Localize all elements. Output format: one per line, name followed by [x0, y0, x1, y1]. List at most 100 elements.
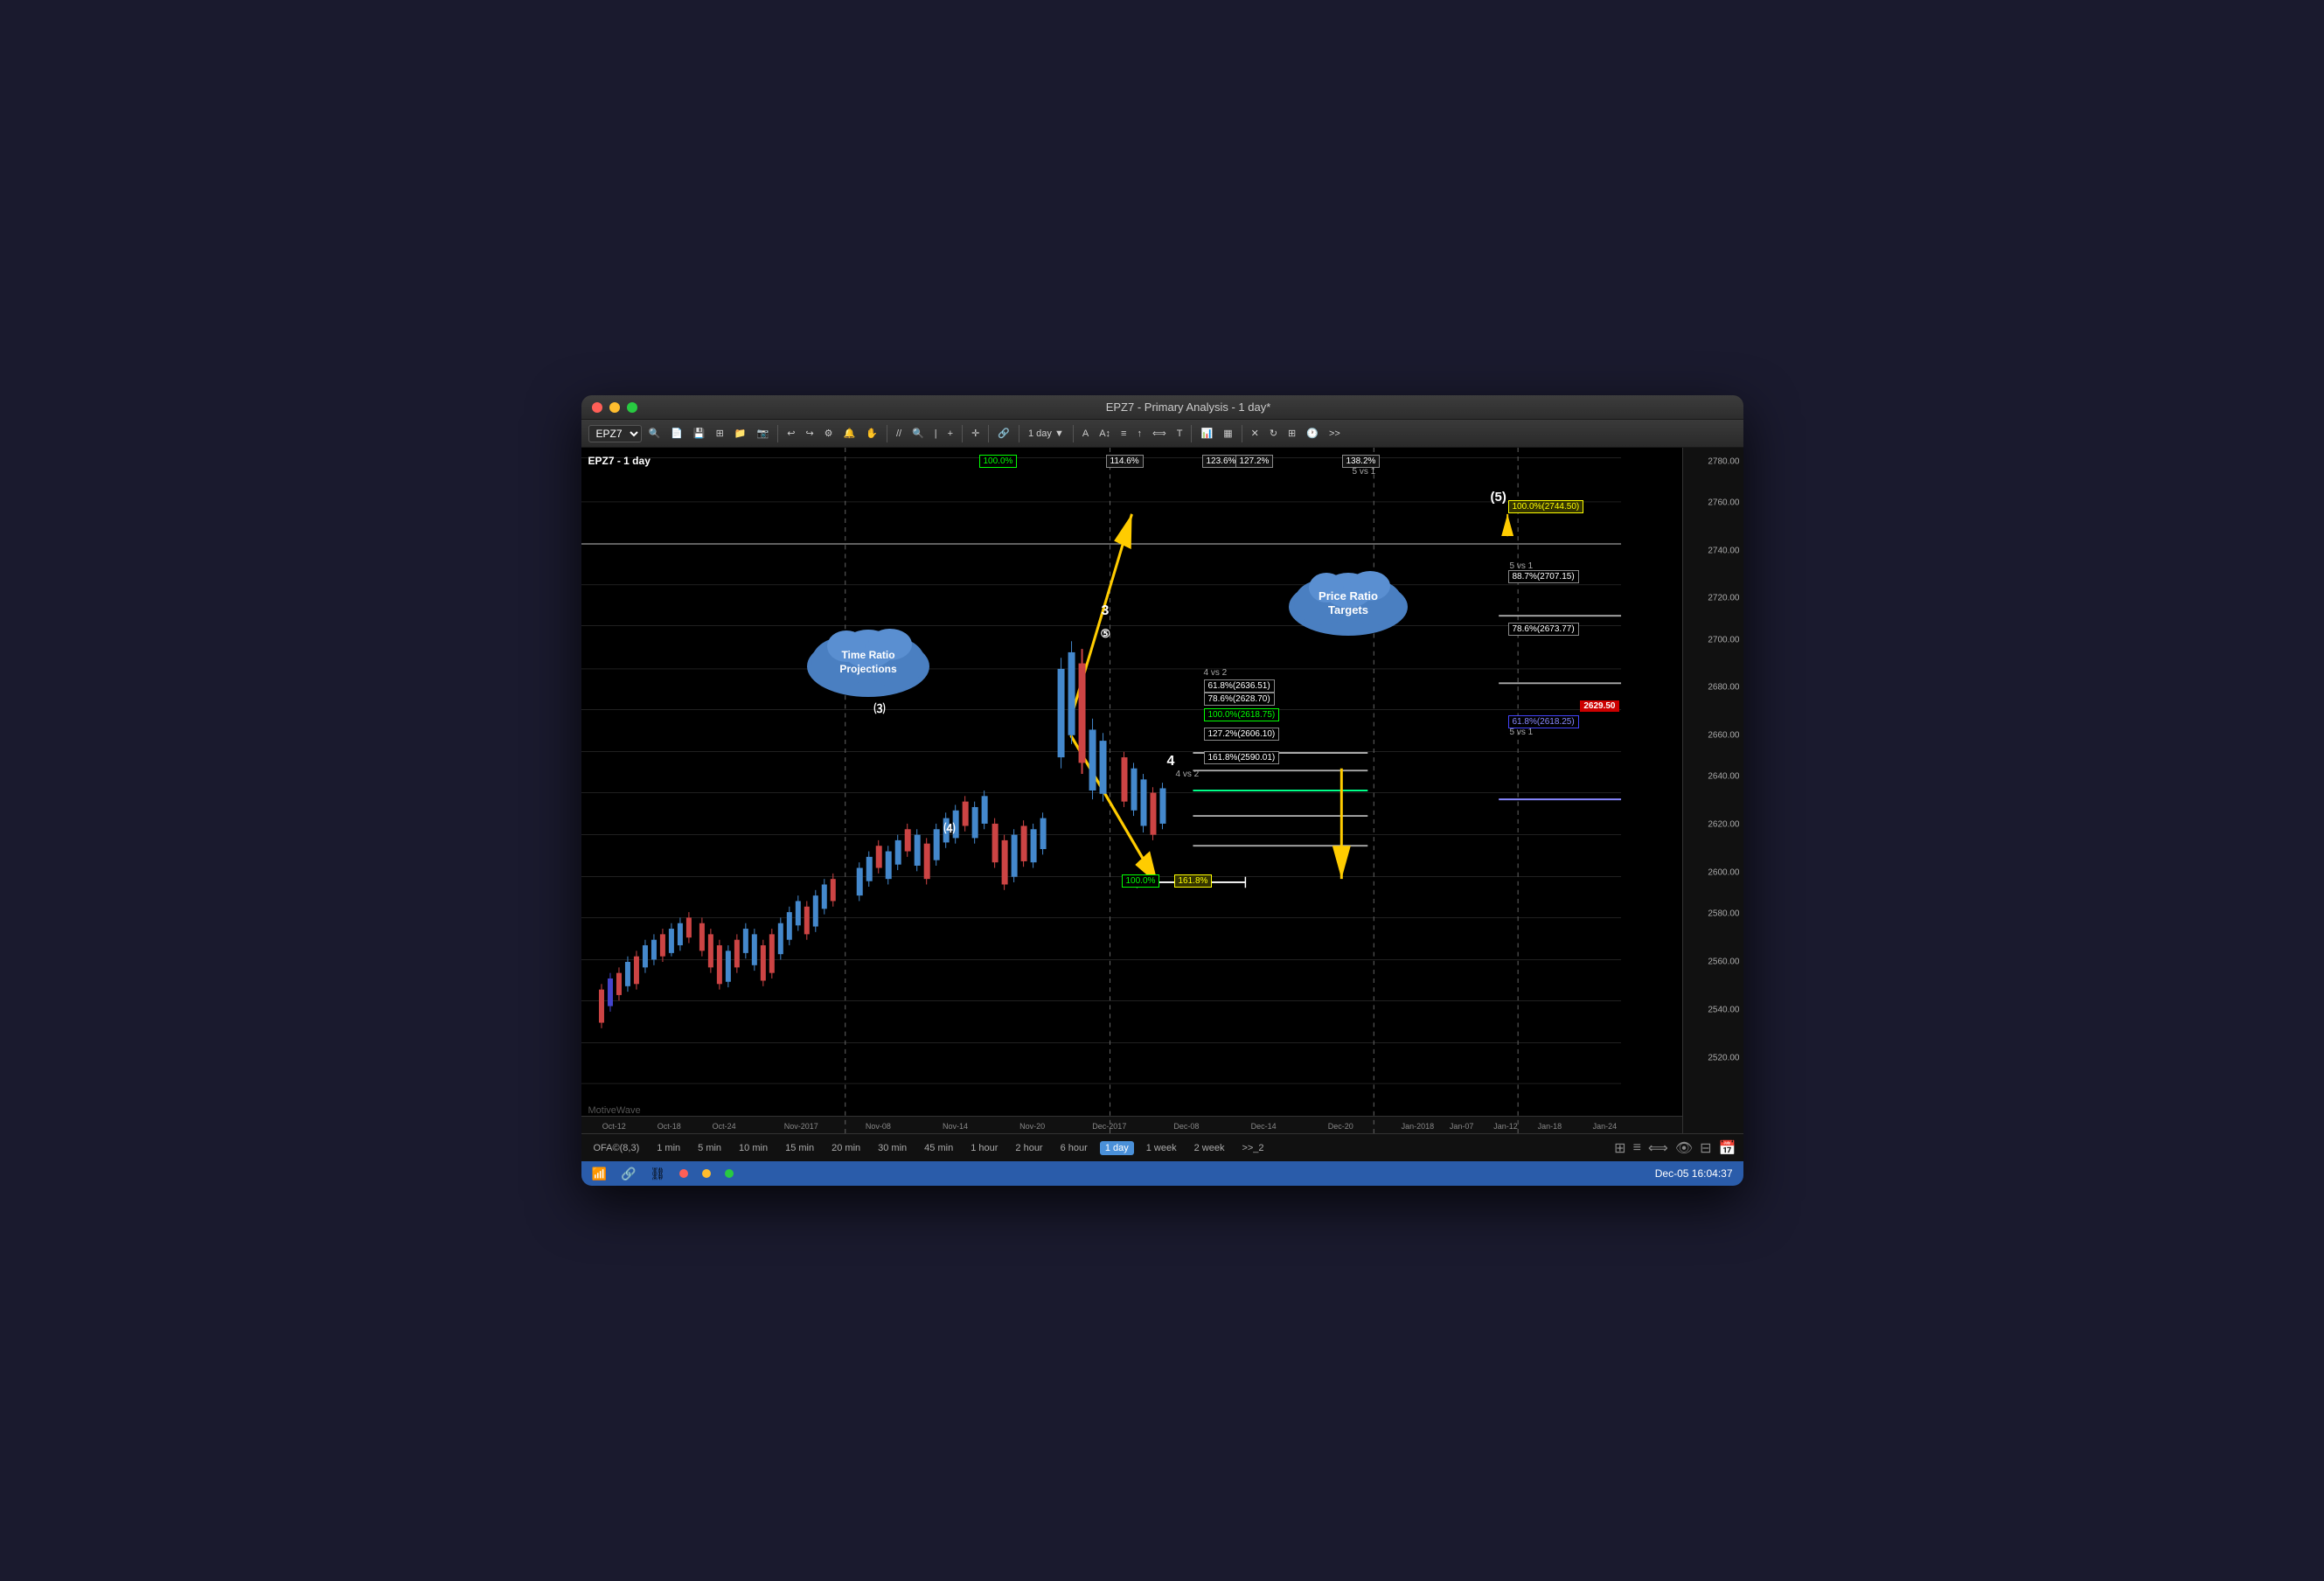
separator-6 — [1073, 425, 1074, 442]
maximize-button[interactable] — [627, 402, 637, 413]
chart-controls[interactable]: ⊞ — [1614, 1139, 1625, 1157]
toolbar-text[interactable]: T — [1173, 427, 1186, 441]
toolbar-icon-save[interactable]: 💾 — [690, 426, 709, 441]
wave-4-label: 4 — [1167, 754, 1175, 770]
ratio-100-top: 100.0% — [979, 455, 1018, 468]
wave-3-label: 3 — [1102, 603, 1110, 619]
toolbar-lines[interactable]: ≡ — [1117, 427, 1130, 441]
status-dot-3 — [725, 1169, 734, 1178]
x-label-dec20: Dec-20 — [1328, 1122, 1353, 1131]
tf-1min[interactable]: 1 min — [651, 1141, 685, 1155]
x-label-jan07: Jan-07 — [1450, 1122, 1474, 1131]
annotation-5vs1-top: 5 vs 1 — [1353, 467, 1376, 477]
tf-15min[interactable]: 15 min — [780, 1141, 819, 1155]
sync-control[interactable]: ≡ — [1633, 1140, 1641, 1156]
annotation-5vs1-right1: 5 vs 1 — [1510, 561, 1534, 571]
zoom-fit[interactable]: ⟺ — [1648, 1139, 1668, 1157]
price-2760: 2760.00 — [1708, 498, 1739, 507]
toolbar-icon-search[interactable]: 🔍 — [645, 426, 664, 441]
price-2740: 2740.00 — [1708, 546, 1739, 555]
toolbar-pan[interactable]: ✋ — [862, 426, 881, 441]
link-icon: 🔗 — [621, 1167, 636, 1181]
toolbar-bars[interactable]: ▦ — [1220, 426, 1235, 441]
ratio-114: 114.6% — [1106, 455, 1144, 468]
tf-more[interactable]: >>_2 — [1236, 1141, 1269, 1155]
status-datetime: Dec-05 16:04:37 — [1655, 1167, 1733, 1180]
toolbar-line[interactable]: | — [931, 427, 941, 441]
tf-ofa[interactable]: OFA©(8,3) — [588, 1141, 645, 1155]
toolbar-measure[interactable]: ⟺ — [1149, 426, 1170, 441]
toolbar-icon-folder[interactable]: 📁 — [731, 426, 750, 441]
tf-1day[interactable]: 1 day — [1100, 1141, 1134, 1155]
timeframe-bar: OFA©(8,3) 1 min 5 min 10 min 15 min 20 m… — [581, 1133, 1743, 1161]
tag-78-4vs2: 78.6%(2628.70) — [1204, 693, 1275, 706]
toolbar-font[interactable]: A — [1079, 427, 1092, 441]
titlebar: EPZ7 - Primary Analysis - 1 day* — [581, 395, 1743, 420]
toolbar-clock[interactable]: 🕐 — [1303, 426, 1322, 441]
toolbar-undo[interactable]: ↩ — [783, 426, 798, 441]
toolbar-icon-new[interactable]: 📄 — [667, 426, 686, 441]
close-button[interactable] — [592, 402, 602, 413]
x-label-jan24: Jan-24 — [1593, 1122, 1618, 1131]
toolbar-zoom[interactable]: 🔍 — [908, 426, 928, 441]
toolbar-settings[interactable]: ⚙ — [821, 426, 837, 441]
status-bar: 📶 🔗 ⛓ Dec-05 16:04:37 — [581, 1161, 1743, 1186]
separator-1 — [777, 425, 778, 442]
toolbar-draw[interactable]: // — [893, 427, 905, 441]
x-label-jan2018: Jan-2018 — [1402, 1122, 1435, 1131]
symbol-selector[interactable]: EPZ7 — [588, 425, 642, 442]
tf-1hour[interactable]: 1 hour — [965, 1141, 1003, 1155]
toolbar-refresh[interactable]: ↻ — [1266, 426, 1281, 441]
timeframe-display[interactable]: 1 day ▼ — [1025, 427, 1068, 441]
price-2560: 2560.00 — [1708, 958, 1739, 967]
toolbar-more[interactable]: >> — [1326, 427, 1344, 441]
price-axis: 2780.00 2760.00 2740.00 2720.00 2700.00 … — [1682, 448, 1743, 1133]
tf-45min[interactable]: 45 min — [919, 1141, 958, 1155]
tag-78-5vs1: 78.6%(2673.77) — [1508, 623, 1579, 636]
tag-100-bottom: 100.0% — [1122, 874, 1160, 888]
tf-1week[interactable]: 1 week — [1141, 1141, 1182, 1155]
separator-4 — [988, 425, 989, 442]
chart-main[interactable]: EPZ7 - 1 day — [581, 448, 1682, 1133]
x-label-nov08: Nov-08 — [866, 1122, 891, 1131]
price-2540: 2540.00 — [1708, 1005, 1739, 1014]
tf-20min[interactable]: 20 min — [826, 1141, 866, 1155]
toolbar-font-size[interactable]: A↕ — [1096, 427, 1114, 441]
wave-iv-label: ⑷ — [944, 819, 956, 836]
tag-100-4vs2: 100.0%(2618.75) — [1204, 708, 1280, 721]
toolbar-link[interactable]: 🔗 — [994, 426, 1013, 441]
toolbar-alarm[interactable]: 🔔 — [840, 426, 859, 441]
toolbar-icon-grid[interactable]: ⊞ — [713, 426, 727, 441]
wave-v-label: ⑤ — [1101, 627, 1111, 641]
toolbar-close[interactable]: ✕ — [1248, 426, 1263, 441]
toolbar-redo[interactable]: ↪ — [802, 426, 817, 441]
tf-2hour[interactable]: 2 hour — [1010, 1141, 1047, 1155]
time-ratio-cloud: Time Ratio Projections — [798, 618, 938, 706]
toolbar-table[interactable]: ⊞ — [1284, 426, 1299, 441]
tf-30min[interactable]: 30 min — [873, 1141, 912, 1155]
tf-6hour[interactable]: 6 hour — [1055, 1141, 1093, 1155]
toolbar-chart[interactable]: 📊 — [1197, 426, 1216, 441]
price-2660: 2660.00 — [1708, 731, 1739, 741]
resize-icon[interactable]: ⊟ — [1700, 1139, 1711, 1157]
price-2780: 2780.00 — [1708, 456, 1739, 466]
toolbar-arrow[interactable]: ↑ — [1133, 427, 1145, 441]
toolbar-plus[interactable]: + — [944, 427, 957, 441]
eye-icon[interactable]: 👁 — [1675, 1139, 1693, 1157]
tf-10min[interactable]: 10 min — [734, 1141, 773, 1155]
x-label-oct18: Oct-18 — [658, 1122, 681, 1131]
main-window: EPZ7 - Primary Analysis - 1 day* EPZ7 🔍 … — [581, 395, 1743, 1186]
wave-5-paren-label: (5) — [1491, 490, 1506, 505]
x-label-dec08: Dec-08 — [1173, 1122, 1199, 1131]
minimize-button[interactable] — [609, 402, 620, 413]
calendar-icon[interactable]: 📅 — [1719, 1139, 1736, 1157]
tf-2week[interactable]: 2 week — [1189, 1141, 1230, 1155]
toolbar-crosshair[interactable]: ✛ — [968, 426, 983, 441]
tag-61-5vs1: 61.8%(2618.25) — [1508, 715, 1579, 728]
tf-5min[interactable]: 5 min — [692, 1141, 727, 1155]
toolbar-icon-camera[interactable]: 📷 — [754, 426, 773, 441]
window-title: EPZ7 - Primary Analysis - 1 day* — [644, 400, 1733, 414]
x-label-jan18: Jan-18 — [1538, 1122, 1562, 1131]
separator-3 — [962, 425, 963, 442]
svg-text:Price Ratio: Price Ratio — [1319, 589, 1378, 602]
